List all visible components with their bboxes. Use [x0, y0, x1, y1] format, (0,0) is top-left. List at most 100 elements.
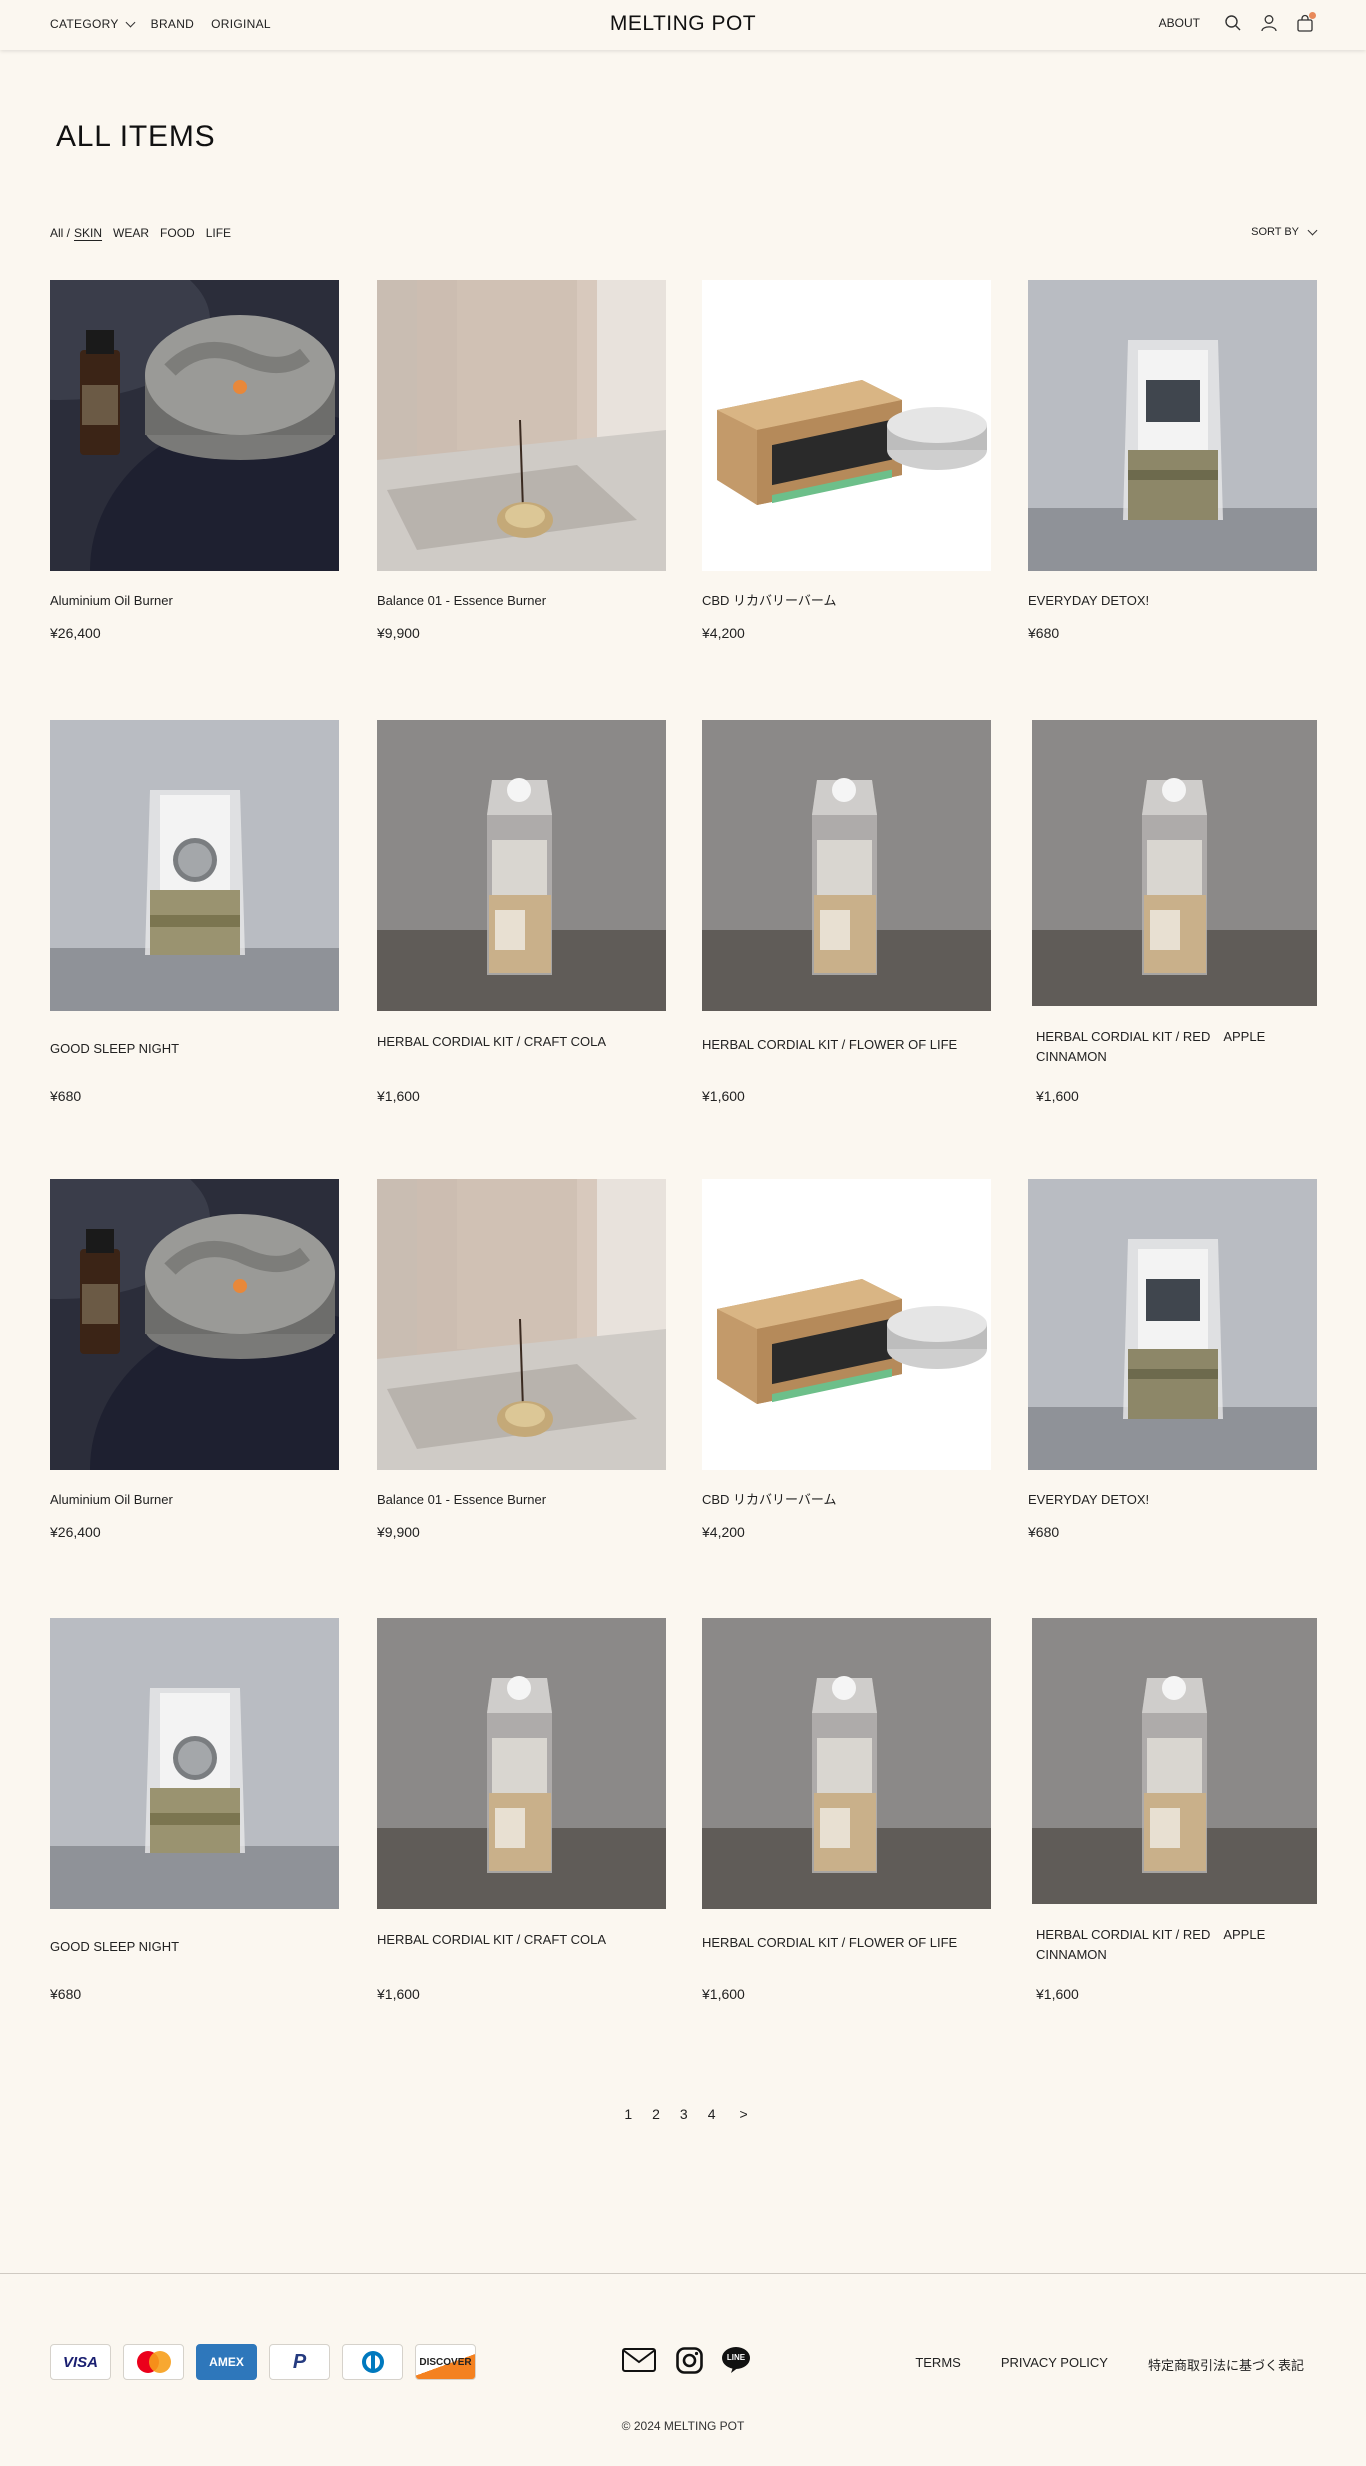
product-card[interactable]: HERBAL CORDIAL KIT / FLOWER OF LIFE ¥1,6…	[702, 1618, 991, 2002]
product-price: ¥9,900	[377, 1524, 420, 1540]
product-image[interactable]	[377, 720, 666, 1011]
filter-food[interactable]: FOOD	[160, 226, 195, 240]
next-page-link[interactable]: >	[730, 2106, 748, 2122]
product-price: ¥680	[1028, 625, 1060, 641]
nav-about[interactable]: ABOUT	[1159, 16, 1200, 30]
footer-link-terms[interactable]: TERMS	[915, 2355, 961, 2374]
product-card[interactable]: HERBAL CORDIAL KIT / CRAFT COLA ¥1,600	[377, 1618, 666, 2002]
line-label: LINE	[726, 2353, 746, 2362]
product-image[interactable]	[1032, 1618, 1317, 1904]
product-image[interactable]	[702, 1179, 991, 1470]
paypal-icon: P	[269, 2344, 330, 2380]
filter-all[interactable]: All /	[50, 226, 70, 240]
product-image[interactable]	[1032, 720, 1317, 1006]
category-filters: All / SKIN WEAR FOOD LIFE	[50, 226, 231, 240]
product-image[interactable]	[1028, 280, 1317, 571]
product-price: ¥1,600	[1036, 1088, 1079, 1104]
product-price: ¥4,200	[702, 625, 745, 641]
nav-brand[interactable]: BRAND	[151, 17, 195, 31]
product-card[interactable]: GOOD SLEEP NIGHT ¥680	[50, 1618, 339, 2002]
product-name[interactable]: HERBAL CORDIAL KIT / CRAFT COLA	[377, 1032, 666, 1052]
payment-methods: VISA AMEX P DISCOVER	[50, 2344, 476, 2380]
product-name[interactable]: Aluminium Oil Burner	[50, 591, 339, 611]
product-name[interactable]: Aluminium Oil Burner	[50, 1490, 339, 1510]
page-link-4[interactable]: 4	[702, 2106, 716, 2122]
product-name[interactable]: HERBAL CORDIAL KIT / RED APPLE CINNAMON	[1036, 1925, 1276, 1965]
product-image[interactable]	[50, 1618, 339, 1909]
filter-skin[interactable]: SKIN	[74, 226, 102, 240]
chevron-down-icon	[1307, 225, 1318, 235]
sort-label: SORT BY	[1251, 226, 1299, 238]
product-image[interactable]	[50, 720, 339, 1011]
product-image[interactable]	[702, 1618, 991, 1909]
product-name[interactable]: HERBAL CORDIAL KIT / FLOWER OF LIFE	[702, 1933, 991, 1953]
filter-life[interactable]: LIFE	[206, 226, 231, 240]
product-name[interactable]: Balance 01 - Essence Burner	[377, 591, 666, 611]
visa-icon: VISA	[50, 2344, 111, 2380]
product-name[interactable]: GOOD SLEEP NIGHT	[50, 1937, 339, 1957]
filter-wear[interactable]: WEAR	[113, 226, 149, 240]
diners-icon	[342, 2344, 403, 2380]
product-price: ¥1,600	[377, 1986, 420, 2002]
page-link-1[interactable]: 1	[618, 2106, 632, 2122]
product-card[interactable]: Aluminium Oil Burner ¥26,400	[50, 280, 339, 641]
product-price: ¥680	[1028, 1524, 1060, 1540]
nav-category[interactable]: CATEGORY	[50, 17, 136, 31]
product-image[interactable]	[50, 1179, 339, 1470]
product-card[interactable]: GOOD SLEEP NIGHT ¥680	[50, 720, 339, 1104]
product-image[interactable]	[702, 280, 991, 571]
product-price: ¥26,400	[50, 625, 101, 641]
product-card[interactable]: CBD リカバリーバーム ¥4,200	[702, 280, 991, 641]
product-name[interactable]: GOOD SLEEP NIGHT	[50, 1039, 339, 1059]
product-card[interactable]: Aluminium Oil Burner ¥26,400	[50, 1179, 339, 1540]
product-price: ¥1,600	[1036, 1986, 1079, 2002]
utility-nav: ABOUT	[1159, 12, 1316, 34]
sort-dropdown[interactable]: SORT BY	[1251, 225, 1318, 238]
product-card[interactable]: EVERYDAY DETOX! ¥680	[1028, 280, 1317, 641]
page-link-2[interactable]: 2	[646, 2106, 660, 2122]
nav-category-label: CATEGORY	[50, 17, 119, 31]
pagination: 1 2 3 4 >	[0, 2106, 1366, 2122]
product-name[interactable]: CBD リカバリーバーム	[702, 591, 991, 611]
user-icon[interactable]	[1258, 12, 1280, 34]
footer-link-legal[interactable]: 特定商取引法に基づく表記	[1148, 2355, 1304, 2374]
amex-label: AMEX	[209, 2355, 244, 2369]
mail-icon[interactable]	[621, 2348, 657, 2372]
product-image[interactable]	[377, 280, 666, 571]
product-name[interactable]: Balance 01 - Essence Burner	[377, 1490, 666, 1510]
footer-links: TERMS PRIVACY POLICY 特定商取引法に基づく表記	[915, 2355, 1304, 2374]
product-price: ¥1,600	[702, 1986, 745, 2002]
line-icon[interactable]: LINE	[721, 2346, 751, 2374]
product-card[interactable]: Balance 01 - Essence Burner ¥9,900	[377, 280, 666, 641]
product-image[interactable]	[377, 1179, 666, 1470]
footer-link-privacy[interactable]: PRIVACY POLICY	[1001, 2355, 1108, 2374]
product-card[interactable]: Balance 01 - Essence Burner ¥9,900	[377, 1179, 666, 1540]
product-price: ¥1,600	[702, 1088, 745, 1104]
page-link-3[interactable]: 3	[674, 2106, 688, 2122]
product-price: ¥4,200	[702, 1524, 745, 1540]
product-name[interactable]: HERBAL CORDIAL KIT / FLOWER OF LIFE	[702, 1035, 991, 1055]
instagram-icon[interactable]	[675, 2346, 703, 2374]
search-icon[interactable]	[1222, 12, 1244, 34]
nav-original[interactable]: ORIGINAL	[211, 17, 271, 31]
site-logo[interactable]: MELTING POT	[610, 12, 756, 35]
product-name[interactable]: EVERYDAY DETOX!	[1028, 1490, 1317, 1510]
product-image[interactable]	[377, 1618, 666, 1909]
social-links: LINE	[621, 2346, 751, 2374]
product-card[interactable]: HERBAL CORDIAL KIT / RED APPLE CINNAMON …	[1032, 720, 1317, 1104]
product-image[interactable]	[50, 280, 339, 571]
product-card[interactable]: HERBAL CORDIAL KIT / CRAFT COLA ¥1,600	[377, 720, 666, 1104]
product-name[interactable]: EVERYDAY DETOX!	[1028, 591, 1317, 611]
product-name[interactable]: HERBAL CORDIAL KIT / RED APPLE CINNAMON	[1036, 1027, 1276, 1067]
visa-label: VISA	[62, 2353, 98, 2371]
product-image[interactable]	[1028, 1179, 1317, 1470]
product-name[interactable]: CBD リカバリーバーム	[702, 1490, 991, 1510]
product-card[interactable]: HERBAL CORDIAL KIT / FLOWER OF LIFE ¥1,6…	[702, 720, 991, 1104]
product-card[interactable]: HERBAL CORDIAL KIT / RED APPLE CINNAMON …	[1032, 1618, 1317, 2002]
product-card[interactable]: EVERYDAY DETOX! ¥680	[1028, 1179, 1317, 1540]
product-name[interactable]: HERBAL CORDIAL KIT / CRAFT COLA	[377, 1930, 666, 1950]
product-card[interactable]: CBD リカバリーバーム ¥4,200	[702, 1179, 991, 1540]
page-title: ALL ITEMS	[56, 120, 216, 153]
product-image[interactable]	[702, 720, 991, 1011]
cart-icon[interactable]	[1294, 12, 1316, 34]
